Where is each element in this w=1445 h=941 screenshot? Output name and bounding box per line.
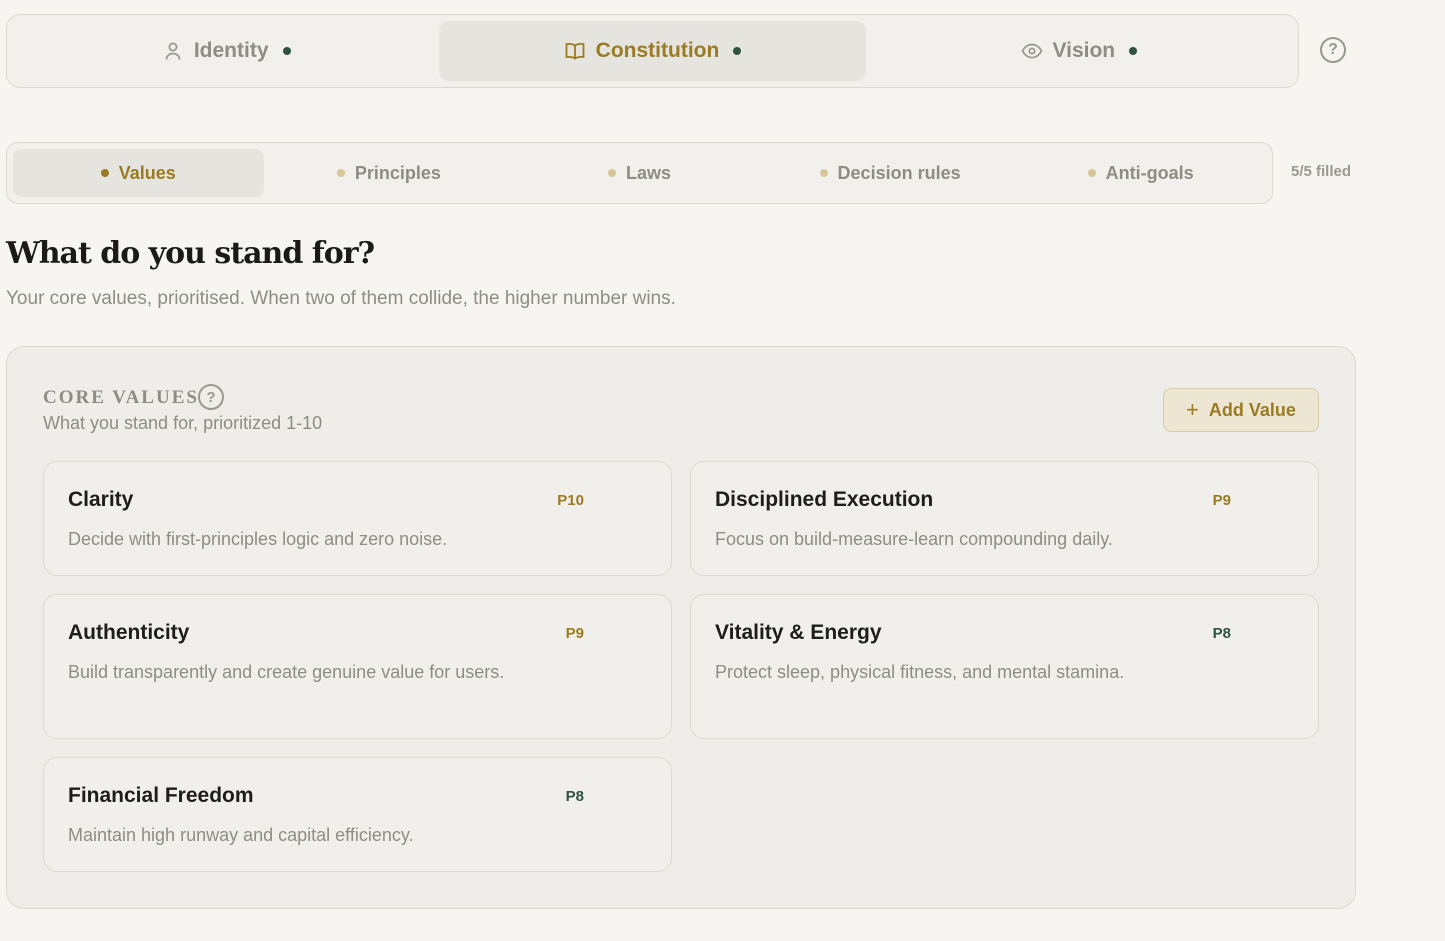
person-icon	[162, 40, 184, 62]
status-dot	[100, 169, 109, 177]
status-dot	[607, 169, 616, 177]
value-name: Vitality & Energy	[715, 621, 882, 644]
help-icon[interactable]: ?	[198, 384, 224, 410]
value-card[interactable]: Disciplined Execution P9 Focus on build-…	[690, 461, 1319, 576]
value-description: Build transparently and create genuine v…	[68, 662, 505, 682]
subtab-label: Values	[118, 162, 176, 183]
help-icon[interactable]: ?	[1320, 37, 1346, 63]
page-subtitle: Your core values, prioritised. When two …	[6, 288, 676, 309]
priority-badge: P10	[557, 492, 584, 509]
value-description: Protect sleep, physical fitness, and men…	[715, 662, 1125, 682]
status-dot	[336, 169, 345, 177]
section-tab-bar: Values Principles Laws Decision rules An…	[6, 142, 1273, 204]
status-dot	[733, 47, 742, 55]
main-tab-bar: Identity Constitution Vision	[6, 14, 1299, 88]
filled-count: 5/5 filled	[1291, 163, 1352, 180]
priority-badge: P9	[1212, 492, 1231, 509]
book-icon	[564, 40, 586, 62]
subtab-laws[interactable]: Laws	[514, 149, 765, 197]
value-name: Financial Freedom	[68, 784, 254, 807]
value-name: Clarity	[68, 488, 134, 511]
subtab-label: Principles	[354, 162, 441, 183]
panel-title: CORE VALUES	[43, 387, 199, 408]
status-dot	[282, 47, 291, 55]
status-dot	[1129, 47, 1138, 55]
add-value-button[interactable]: + Add Value	[1163, 388, 1319, 432]
plus-icon: +	[1186, 397, 1199, 422]
value-name: Disciplined Execution	[715, 488, 934, 511]
value-name: Authenticity	[68, 621, 190, 644]
panel-subtitle: What you stand for, prioritized 1-10	[43, 413, 323, 433]
value-description: Decide with first-principles logic and z…	[68, 529, 448, 549]
value-card[interactable]: Authenticity P9 Build transparently and …	[43, 594, 672, 739]
value-card[interactable]: Vitality & Energy P8 Protect sleep, phys…	[690, 594, 1319, 739]
priority-badge: P8	[1212, 625, 1231, 642]
value-card[interactable]: Clarity P10 Decide with first-principles…	[43, 461, 672, 576]
status-dot	[819, 169, 828, 177]
tab-vision[interactable]: Vision	[866, 21, 1292, 81]
priority-badge: P8	[565, 788, 584, 805]
subtab-values[interactable]: Values	[13, 149, 264, 197]
add-value-label: Add Value	[1208, 399, 1296, 420]
tab-constitution-label: Constitution	[595, 39, 720, 62]
status-dot	[1087, 169, 1096, 177]
subtab-principles[interactable]: Principles	[264, 149, 515, 197]
value-card[interactable]: Financial Freedom P8 Maintain high runwa…	[43, 757, 672, 872]
subtab-anti-goals[interactable]: Anti-goals	[1015, 149, 1266, 197]
page-title: What do you stand for?	[6, 236, 375, 271]
value-description: Maintain high runway and capital efficie…	[68, 825, 414, 845]
subtab-label: Decision rules	[837, 162, 961, 183]
subtab-decision-rules[interactable]: Decision rules	[765, 149, 1016, 197]
tab-constitution[interactable]: Constitution	[439, 21, 866, 81]
value-description: Focus on build-measure-learn compounding…	[715, 529, 1113, 549]
priority-badge: P9	[565, 625, 584, 642]
tab-vision-label: Vision	[1052, 39, 1116, 62]
core-values-panel: CORE VALUES ? What you stand for, priori…	[6, 346, 1356, 909]
eye-icon	[1020, 40, 1043, 62]
tab-identity-label: Identity	[193, 39, 269, 62]
subtab-label: Anti-goals	[1105, 162, 1194, 183]
subtab-label: Laws	[625, 162, 671, 183]
tab-identity[interactable]: Identity	[13, 21, 439, 81]
